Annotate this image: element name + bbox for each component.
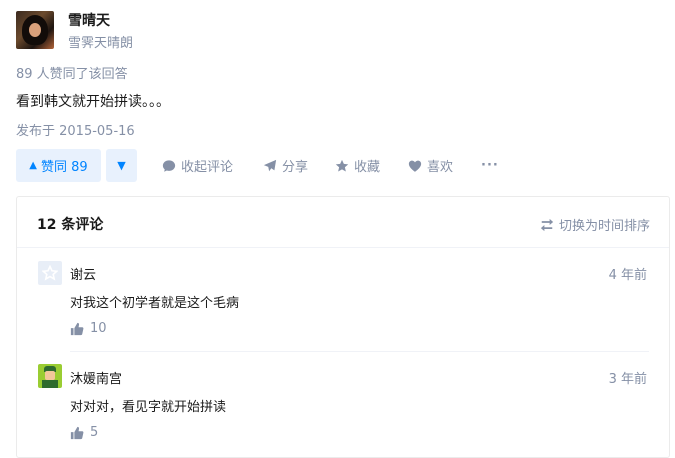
favorite-button[interactable]: 收藏 [335, 149, 380, 182]
favorite-label: 收藏 [354, 160, 381, 175]
more-dots-icon: ··· [481, 158, 499, 173]
star-icon [42, 265, 58, 281]
comment-text: 对对对，看见字就开始拼读 [70, 400, 227, 415]
comment-avatar[interactable] [38, 261, 62, 285]
downvote-button[interactable]: ▼ [106, 149, 137, 182]
comment-like-count: 5 [90, 425, 99, 440]
comment-text: 对我这个初学者就是这个毛病 [70, 296, 240, 311]
upvote-button[interactable]: ▲ 赞同 89 [16, 149, 101, 182]
comment-like-button[interactable]: 10 [70, 321, 107, 336]
comment-time: 4 年前 [608, 268, 647, 283]
star-icon [335, 159, 349, 172]
comment-divider [70, 351, 649, 352]
swap-arrows-icon [540, 218, 554, 231]
voters-count[interactable]: 89 人赞同了该回答 [16, 63, 128, 82]
author-bio: 雪霁天晴朗 [68, 36, 134, 51]
paper-plane-icon [263, 159, 277, 171]
comment-icon [162, 159, 176, 172]
heart-icon [408, 160, 422, 172]
comments-header: 12 条评论 切换为时间排序 [17, 197, 669, 248]
like-label: 喜欢 [427, 160, 454, 175]
share-label: 分享 [282, 160, 309, 175]
more-button[interactable]: ··· [481, 149, 499, 182]
share-button[interactable]: 分享 [263, 149, 308, 182]
comment-time: 3 年前 [608, 372, 647, 387]
thumbs-up-icon [70, 322, 84, 335]
comment-author[interactable]: 沐媛南宫 [70, 368, 122, 387]
collapse-comments-button[interactable]: 收起评论 [162, 149, 233, 182]
sort-toggle-button[interactable]: 切换为时间排序 [540, 215, 650, 234]
comment-like-count: 10 [90, 321, 107, 336]
comment-avatar[interactable] [38, 364, 62, 388]
publish-date[interactable]: 发布于 2015-05-16 [16, 120, 135, 139]
sort-label: 切换为时间排序 [558, 219, 650, 234]
thumbs-up-icon [70, 426, 84, 439]
upvote-label: 赞同 89 [41, 160, 88, 175]
collapse-comments-label: 收起评论 [181, 160, 234, 175]
author-avatar[interactable] [16, 11, 54, 49]
comment-like-button[interactable]: 5 [70, 425, 98, 440]
like-button[interactable]: 喜欢 [408, 149, 453, 182]
comments-panel: 12 条评论 切换为时间排序 谢云 4 年前 对我这个初学者就是这个毛病 10 … [16, 196, 670, 458]
author-name[interactable]: 雪晴天 [68, 10, 110, 30]
answer-content: 看到韩文就开始拼读。。。 [16, 94, 170, 110]
triangle-up-icon: ▲ [29, 160, 37, 171]
comments-count: 12 条评论 [37, 217, 104, 233]
triangle-down-icon: ▼ [117, 159, 126, 172]
comment-author[interactable]: 谢云 [70, 264, 96, 283]
